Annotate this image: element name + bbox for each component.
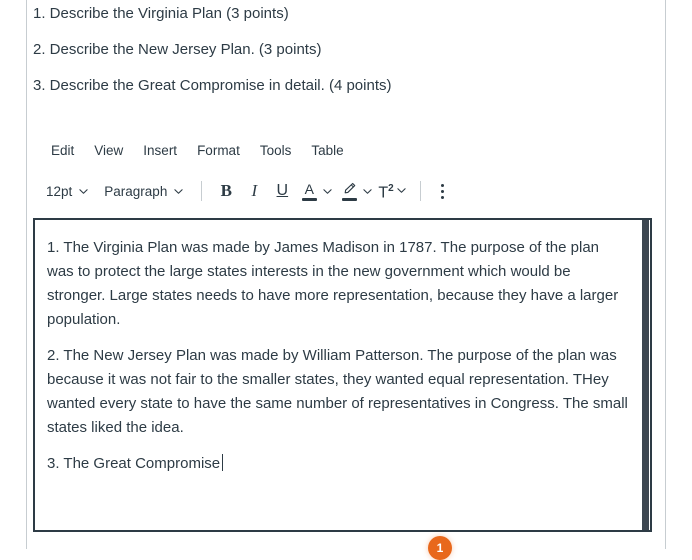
menu-item-tools[interactable]: Tools [250,140,302,161]
kebab-dot [441,189,445,193]
text-color-icon: A [298,182,320,201]
chevron-down-icon [397,186,406,195]
chevron-down-icon [323,187,332,196]
italic-button[interactable]: I [240,177,268,205]
superscript-icon: T2 [378,181,393,201]
chevron-down-icon [79,187,88,196]
question-prompt-2: 2. Describe the New Jersey Plan. (3 poin… [33,41,322,58]
text-cursor [222,454,224,471]
text-color-button[interactable]: A [296,180,336,203]
answer-paragraph-1: 1. The Virginia Plan was made by James M… [47,239,619,328]
page-rule-left [26,0,27,549]
toolbar-separator [201,181,203,201]
bold-button[interactable]: B [212,177,240,205]
question-prompt-1: 1. Describe the Virginia Plan (3 points) [33,5,289,22]
superscript-base: T [378,184,389,202]
menu-item-insert[interactable]: Insert [133,140,187,161]
superscript-exponent: 2 [388,182,394,194]
chevron-down-icon [174,187,183,196]
editor-scrollbar-thumb[interactable] [642,220,649,530]
highlight-color-swatch [341,197,357,201]
answer-paragraph-2: 2. The New Jersey Plan was made by Willi… [47,347,628,436]
editor-scrollbar[interactable] [641,220,650,530]
editor-toolbar: 12pt Paragraph B I U A T2 [38,176,455,206]
rich-text-editor[interactable]: 1. The Virginia Plan was made by James M… [33,218,652,532]
highlight-color-icon [338,182,360,201]
answer-paragraph-3: 3. The Great Compromise [47,452,628,476]
editor-menubar: Edit View Insert Format Tools Table [41,140,354,161]
page-rule-right [665,0,666,549]
menu-item-view[interactable]: View [84,140,133,161]
text-color-letter: A [304,180,314,197]
notification-badge[interactable]: 1 [428,536,452,560]
menu-item-table[interactable]: Table [301,140,353,161]
superscript-button[interactable]: T2 [376,179,409,203]
kebab-dot [441,195,445,199]
more-options-icon[interactable] [431,177,455,205]
menu-item-format[interactable]: Format [187,140,250,161]
highlight-color-button[interactable] [336,180,376,203]
editor-content-area[interactable]: 1. The Virginia Plan was made by James M… [35,220,650,530]
answer-paragraph-3-text: 3. The Great Compromise [47,455,221,472]
chevron-down-icon [363,187,372,196]
block-format-value: Paragraph [104,183,168,199]
menu-item-edit[interactable]: Edit [41,140,84,161]
question-prompt-3: 3. Describe the Great Compromise in deta… [33,77,392,94]
underline-button[interactable]: U [268,177,296,205]
kebab-dot [441,183,445,187]
toolbar-separator [419,181,421,201]
font-size-dropdown[interactable]: 12pt [38,180,96,203]
text-color-swatch [301,197,317,201]
font-size-value: 12pt [46,183,73,199]
block-format-dropdown[interactable]: Paragraph [96,180,191,203]
